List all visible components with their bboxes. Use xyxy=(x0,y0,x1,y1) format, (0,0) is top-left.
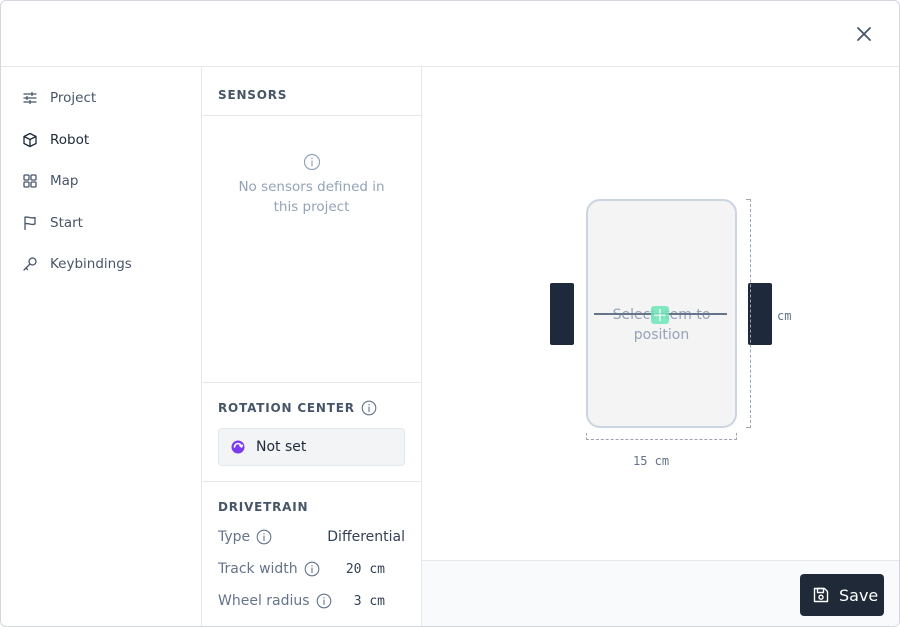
rotation-icon xyxy=(230,439,246,455)
sensors-empty-text: No sensors defined in this project xyxy=(238,179,385,215)
drivetrain-title: DRIVETRAIN xyxy=(218,500,309,514)
sliders-icon xyxy=(21,89,39,107)
right-wheel[interactable] xyxy=(748,283,772,345)
track-width-row: Track width 20 cm xyxy=(218,559,405,579)
dialog-header xyxy=(1,1,899,67)
dialog-footer: Save xyxy=(422,560,899,626)
close-button[interactable] xyxy=(853,23,875,45)
nav-item-project[interactable]: Project xyxy=(21,86,96,110)
nav-item-keybindings[interactable]: Keybindings xyxy=(21,252,132,276)
drivetrain-section: DRIVETRAIN Type Differential Track width xyxy=(202,483,421,626)
key-icon xyxy=(21,255,39,273)
track-width-input[interactable]: 20 cm xyxy=(346,562,385,577)
drivetrain-type-row: Type Differential xyxy=(218,527,405,547)
left-wheel[interactable] xyxy=(550,283,574,345)
nav-item-label: Robot xyxy=(50,132,90,148)
settings-nav: Project Robot Map Start Keybindings xyxy=(1,67,202,626)
nav-item-label: Keybindings xyxy=(50,256,132,272)
height-dimension-line xyxy=(746,199,751,428)
robot-preview-canvas[interactable]: Select item to position cm 15 cm xyxy=(422,67,899,560)
save-label: Save xyxy=(839,585,879,605)
width-dimension-label: 15 cm xyxy=(633,454,670,468)
robot-config-panel: SENSORS No sensors defined in this proje… xyxy=(202,67,422,626)
wheel-radius-input[interactable]: 3 cm xyxy=(354,594,385,609)
info-icon[interactable] xyxy=(256,529,272,545)
center-marker[interactable] xyxy=(651,306,669,324)
nav-item-robot[interactable]: Robot xyxy=(21,128,89,152)
nav-item-label: Map xyxy=(50,173,79,189)
close-icon xyxy=(857,27,871,41)
drivetrain-type-select[interactable]: Differential xyxy=(327,529,405,545)
rotation-center-value: Not set xyxy=(256,439,307,455)
sensors-header: SENSORS xyxy=(202,67,421,116)
nav-item-label: Start xyxy=(50,215,83,231)
crosshair-icon xyxy=(654,309,666,321)
flag-icon xyxy=(21,214,39,232)
info-icon[interactable] xyxy=(316,593,332,609)
info-icon[interactable] xyxy=(304,561,320,577)
width-dimension-line xyxy=(586,433,737,440)
save-button[interactable]: Save xyxy=(800,574,884,616)
sensors-empty-state: No sensors defined in this project xyxy=(202,153,421,217)
grid-icon xyxy=(21,172,39,190)
nav-item-map[interactable]: Map xyxy=(21,169,79,193)
wheel-radius-label: Wheel radius xyxy=(218,593,310,609)
rotation-center-button[interactable]: Not set xyxy=(218,428,405,466)
save-icon xyxy=(812,586,830,604)
cube-icon xyxy=(21,131,39,149)
track-width-label: Track width xyxy=(218,561,298,577)
height-dimension-label: cm xyxy=(777,309,792,323)
robot-settings-dialog: Project Robot Map Start Keybindings SENS… xyxy=(0,0,900,627)
sensors-title: SENSORS xyxy=(218,88,288,102)
rotation-center-title: ROTATION CENTER xyxy=(218,401,355,415)
info-icon xyxy=(303,153,321,171)
type-label: Type xyxy=(218,529,251,545)
info-icon[interactable] xyxy=(361,400,377,416)
nav-item-label: Project xyxy=(50,90,97,106)
wheel-radius-row: Wheel radius 3 cm xyxy=(218,591,405,611)
rotation-center-section: ROTATION CENTER Not set xyxy=(202,382,421,482)
nav-item-start[interactable]: Start xyxy=(21,211,83,235)
